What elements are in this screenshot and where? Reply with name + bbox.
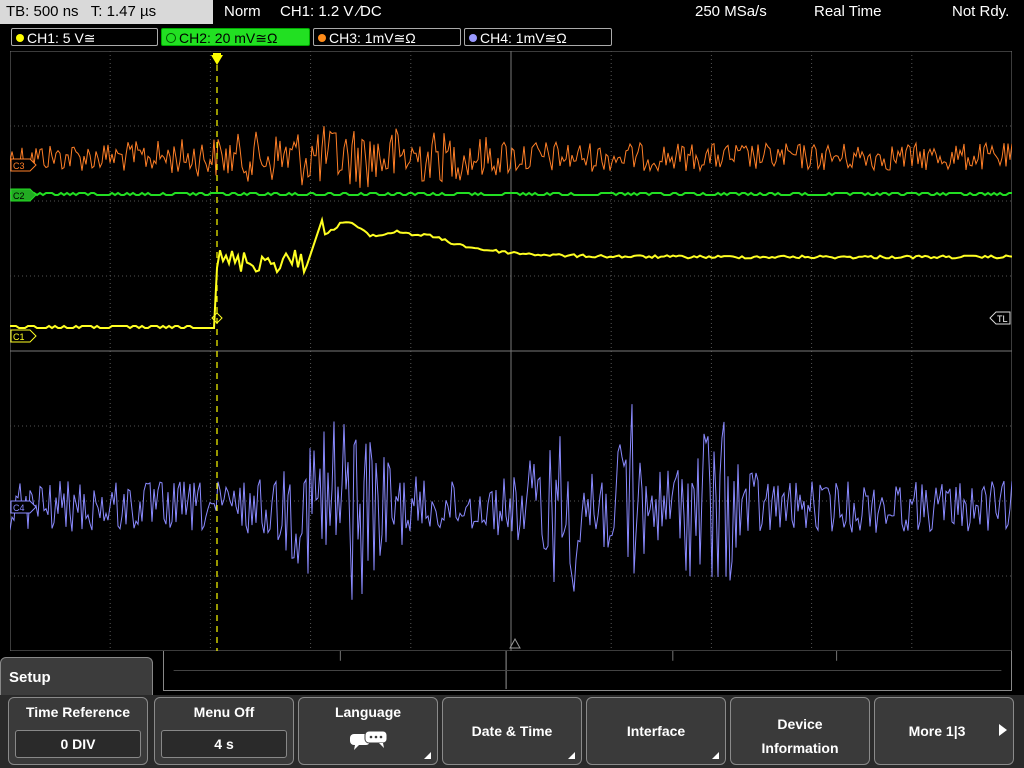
ch3-ref-marker[interactable]: C3 [10, 158, 37, 172]
device-information-button[interactable]: Device Information [730, 697, 870, 765]
ch3-marker-label: C3 [13, 161, 25, 171]
menu-off-button[interactable]: Menu Off 4 s [154, 697, 294, 765]
channel-2-button[interactable]: CH2: 20 mV≅Ω [161, 28, 310, 46]
submenu-corner-icon [712, 752, 719, 759]
menu-off-label: Menu Off [193, 704, 255, 720]
timebase-box[interactable]: TB: 500 ns T: 1.47 µs [0, 0, 213, 24]
date-time-button[interactable]: Date & Time [442, 697, 582, 765]
channel-3-color-icon [318, 34, 326, 43]
acquisition-mode: Real Time [814, 3, 882, 20]
channel-2-label: CH2: 20 mV≅Ω [179, 30, 278, 46]
submenu-corner-icon [424, 752, 431, 759]
ch1-ref-marker[interactable]: C1 [10, 329, 37, 343]
channel-1-label: CH1: 5 V≅ [27, 30, 96, 46]
speech-bubbles-icon [350, 730, 388, 750]
status-bar: TB: 500 ns T: 1.47 µs Norm CH1: 1.2 V ∕D… [0, 0, 1024, 26]
trigger-info[interactable]: CH1: 1.2 V ∕DC [280, 0, 382, 24]
menu-title-tab: Setup [0, 657, 153, 697]
menu-off-value: 4 s [161, 730, 287, 758]
language-label: Language [334, 704, 402, 720]
date-time-label: Date & Time [471, 723, 553, 739]
ch2-marker-label: C2 [13, 191, 25, 201]
channel-4-color-icon [469, 34, 477, 43]
time-reference-button[interactable]: Time Reference 0 DIV [8, 697, 148, 765]
channel-3-label: CH3: 1mV≅Ω [329, 30, 416, 46]
channel-3-button[interactable]: CH3: 1mV≅Ω [313, 28, 461, 46]
channel-4-label: CH4: 1mV≅Ω [480, 30, 567, 46]
acquisition-status: Not Rdy. [952, 3, 1010, 20]
channel-1-button[interactable]: CH1: 5 V≅ [11, 28, 158, 46]
timebase-value: TB: 500 ns [6, 3, 79, 20]
interface-button[interactable]: Interface [586, 697, 726, 765]
auxiliary-strip [163, 651, 1012, 691]
ch1-marker-label: C1 [13, 332, 25, 342]
ch4-marker-label: C4 [13, 503, 25, 513]
interface-label: Interface [626, 723, 686, 739]
sample-rate: 250 MSa/s [695, 3, 767, 20]
waveform-display[interactable]: C3 C2 C1 C4 TL [10, 51, 1012, 651]
language-button[interactable]: Language [298, 697, 438, 765]
time-reference-label: Time Reference [25, 704, 130, 720]
menu-title: Setup [9, 669, 51, 686]
channel-2-color-icon [166, 33, 176, 44]
trigger-level-label: TL [997, 314, 1008, 324]
submenu-corner-icon [568, 752, 575, 759]
next-page-arrow-icon [999, 724, 1007, 736]
ch2-ref-marker[interactable]: C2 [10, 188, 37, 202]
trigger-time-value: T: 1.47 µs [90, 3, 157, 20]
more-button[interactable]: More 1|3 [874, 697, 1014, 765]
time-reference-value: 0 DIV [15, 730, 141, 758]
channel-4-button[interactable]: CH4: 1mV≅Ω [464, 28, 612, 46]
ch4-ref-marker[interactable]: C4 [10, 500, 37, 514]
trigger-mode[interactable]: Norm [224, 0, 261, 24]
channel-1-color-icon [16, 34, 24, 43]
more-label: More 1|3 [908, 723, 966, 739]
device-information-label: Device Information [761, 716, 839, 756]
